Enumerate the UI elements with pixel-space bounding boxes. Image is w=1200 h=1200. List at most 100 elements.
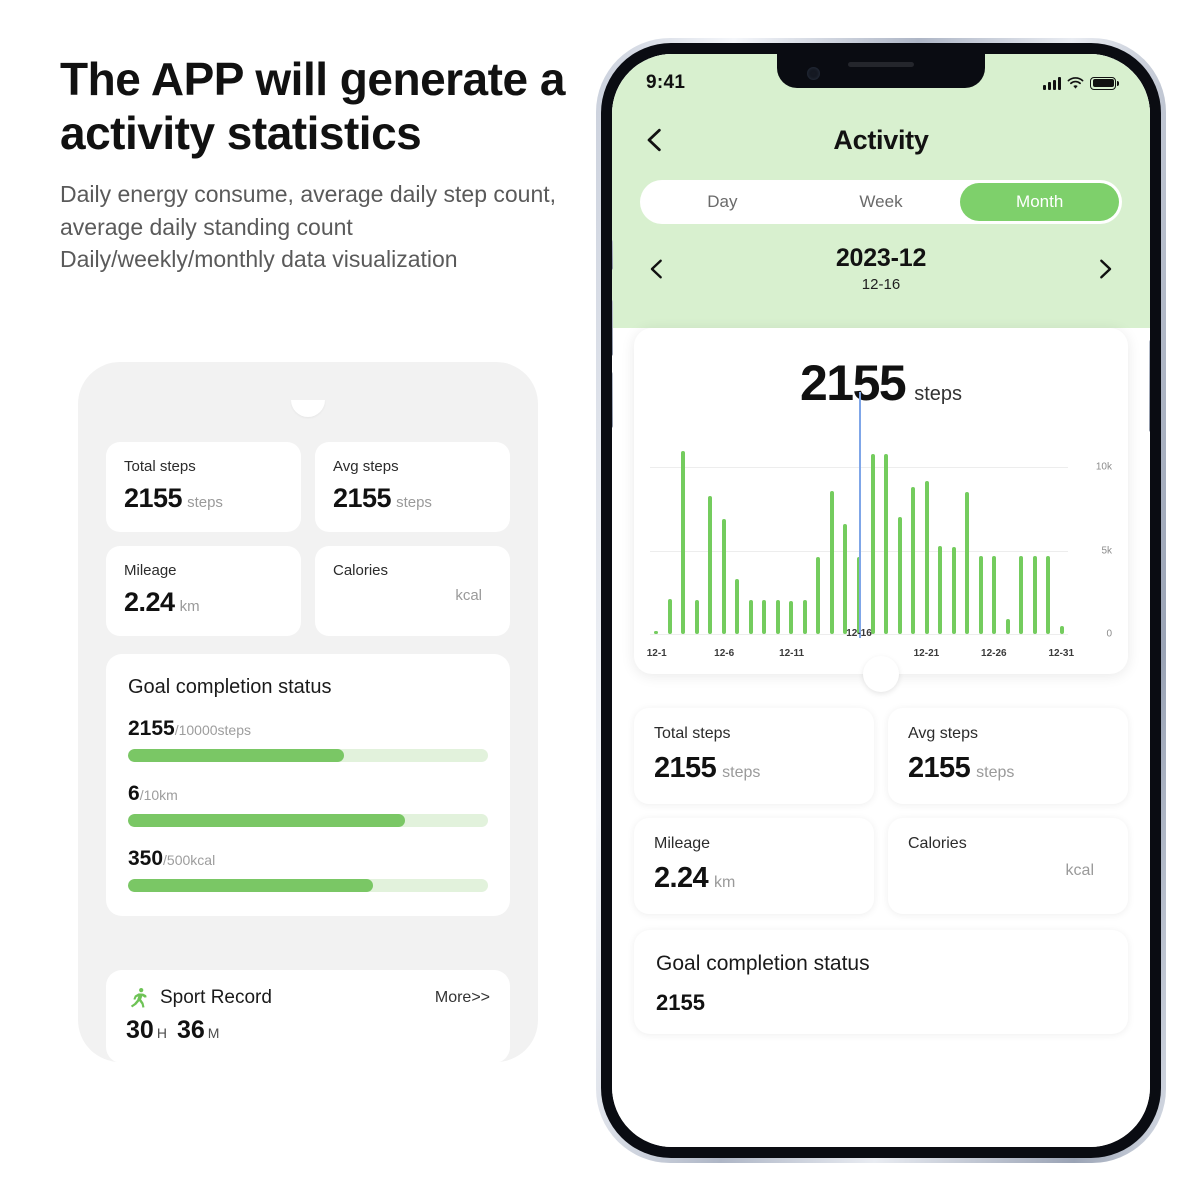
- phone-screen: 9:41 Activity Day Week Month 2023-12 12-…: [612, 54, 1150, 1147]
- battery-icon: [1090, 76, 1119, 90]
- stat-card-total-steps[interactable]: Total steps 2155 steps: [106, 442, 301, 532]
- chart-bar[interactable]: [1019, 555, 1024, 634]
- phone-mockup: 9:41 Activity Day Week Month 2023-12 12-…: [596, 38, 1166, 1163]
- period-segmented-control[interactable]: Day Week Month: [640, 180, 1122, 224]
- chart-bar[interactable]: [951, 547, 956, 634]
- stat-card-mileage[interactable]: Mileage 2.24 km: [106, 546, 301, 636]
- chart-y-tick: 5k: [1101, 545, 1112, 557]
- earpiece-speaker-icon: [848, 62, 914, 67]
- steps-chart-card: 2155 steps 0 5k 10k 12-1 12-6 12-11 12-16 12: [634, 328, 1128, 692]
- feature-panel: Total steps 2155 steps Avg steps 2155 st…: [78, 362, 538, 1063]
- stat-card-avg-steps[interactable]: Avg steps 2155 steps: [888, 708, 1128, 804]
- progress-track: [128, 879, 488, 892]
- stat-label: Mileage: [654, 835, 711, 852]
- goal-target: /500kcal: [163, 852, 216, 868]
- page-title: The APP will generate a activity statist…: [60, 53, 565, 160]
- progress-fill: [128, 814, 406, 827]
- stat-value: 2.24: [654, 862, 709, 894]
- chart-bar[interactable]: [735, 579, 740, 634]
- chart-drag-handle[interactable]: [863, 656, 899, 692]
- chart-bar[interactable]: [829, 490, 834, 634]
- chart-bar[interactable]: [924, 480, 929, 634]
- chart-bar[interactable]: [654, 630, 658, 634]
- stat-unit: km: [179, 598, 200, 615]
- volume-up-button[interactable]: [612, 300, 613, 356]
- chart-bar[interactable]: [708, 495, 713, 634]
- chart-bar[interactable]: [667, 599, 672, 634]
- chevron-left-icon[interactable]: [646, 257, 668, 281]
- chart-x-tick: 12-1: [646, 648, 667, 659]
- app-content: 2155 steps 0 5k 10k 12-1 12-6 12-11 12-16 12: [612, 328, 1150, 1034]
- chart-x-tick: 12-16: [846, 628, 872, 639]
- chart-bar[interactable]: [897, 517, 902, 634]
- chart-bar[interactable]: [1046, 555, 1051, 634]
- power-button[interactable]: [1149, 340, 1150, 432]
- chart-bar[interactable]: [911, 487, 916, 634]
- page-title: Activity: [833, 124, 929, 155]
- chart-x-tick: 12-26: [981, 648, 1007, 659]
- page-subtitle: Daily energy consume, average daily step…: [60, 181, 557, 273]
- chart-bar[interactable]: [1032, 555, 1037, 634]
- goal-row-steps: 2155 /10000steps: [128, 717, 488, 762]
- chart-bar[interactable]: [978, 555, 983, 634]
- stat-label: Avg steps: [908, 725, 978, 742]
- stat-label: Total steps: [654, 725, 731, 742]
- date-navigator: 2023-12 12-16: [612, 244, 1150, 293]
- sport-hours: 30: [126, 1016, 154, 1044]
- stat-card-total-steps[interactable]: Total steps 2155 steps: [634, 708, 874, 804]
- chart-bar[interactable]: [681, 450, 686, 634]
- stat-card-calories[interactable]: Calories kcal: [888, 818, 1128, 914]
- sport-more-link[interactable]: More>>: [435, 989, 490, 1007]
- chart-x-tick: 12-6: [714, 648, 735, 659]
- volume-down-button[interactable]: [612, 372, 613, 428]
- chart-x-tick: 12-11: [779, 648, 805, 659]
- goal-current: 2155: [656, 990, 705, 1015]
- chart-bar[interactable]: [748, 599, 753, 634]
- front-camera-icon: [807, 67, 820, 80]
- tab-month[interactable]: Month: [960, 183, 1120, 221]
- stat-unit: kcal: [1065, 862, 1094, 879]
- chart-bar[interactable]: [938, 545, 943, 634]
- status-clock: 9:41: [646, 72, 686, 93]
- phone-notch: [777, 54, 985, 88]
- chart-bar[interactable]: [965, 492, 970, 634]
- silent-switch-button[interactable]: [612, 240, 613, 270]
- chart-bar[interactable]: [1005, 619, 1010, 634]
- phone-goal-card: Goal completion status 2155: [634, 930, 1128, 1034]
- goal-row-distance: 6 /10km: [128, 782, 488, 827]
- chart-bar[interactable]: [843, 524, 848, 634]
- stat-card-avg-steps[interactable]: Avg steps 2155 steps: [315, 442, 510, 532]
- chart-summary-unit: steps: [914, 383, 963, 405]
- stat-unit: steps: [396, 494, 432, 511]
- chart-bar[interactable]: [694, 599, 699, 634]
- stat-label: Calories: [333, 562, 389, 579]
- activity-app: 9:41 Activity Day Week Month 2023-12 12-…: [612, 54, 1150, 1147]
- panel-notch: [291, 400, 325, 417]
- chart-bar[interactable]: [762, 599, 767, 634]
- stat-value: 2155: [124, 483, 183, 513]
- chart-x-tick: 12-21: [913, 648, 940, 659]
- stat-label: Calories: [908, 835, 967, 852]
- chart-bar[interactable]: [816, 557, 821, 634]
- phone-frame: 9:41 Activity Day Week Month 2023-12 12-…: [601, 43, 1161, 1158]
- stat-value: 2.24: [124, 587, 175, 617]
- chart-bar[interactable]: [992, 555, 997, 634]
- phone-stat-grid: Total steps 2155 steps Avg steps 2155 st…: [634, 708, 1128, 914]
- chevron-right-icon[interactable]: [1094, 257, 1116, 281]
- chart-bar[interactable]: [884, 454, 889, 634]
- chart-bar[interactable]: [1059, 625, 1064, 634]
- stat-unit: km: [714, 874, 736, 891]
- chart-bar[interactable]: [775, 599, 780, 634]
- sport-record-card[interactable]: Sport Record More>> 30 H 36 M: [106, 970, 510, 1063]
- chart-bar[interactable]: [802, 599, 807, 634]
- stat-card-calories[interactable]: Calories kcal: [315, 546, 510, 636]
- chart-bar[interactable]: [870, 454, 875, 634]
- chevron-left-icon[interactable]: [642, 127, 668, 153]
- stat-card-mileage[interactable]: Mileage 2.24 km: [634, 818, 874, 914]
- goal-title: Goal completion status: [656, 952, 870, 975]
- tab-day[interactable]: Day: [643, 183, 802, 221]
- chart-bar[interactable]: [721, 519, 726, 634]
- chart-bar[interactable]: [789, 600, 794, 634]
- stat-unit: steps: [976, 764, 1015, 781]
- tab-week[interactable]: Week: [802, 183, 961, 221]
